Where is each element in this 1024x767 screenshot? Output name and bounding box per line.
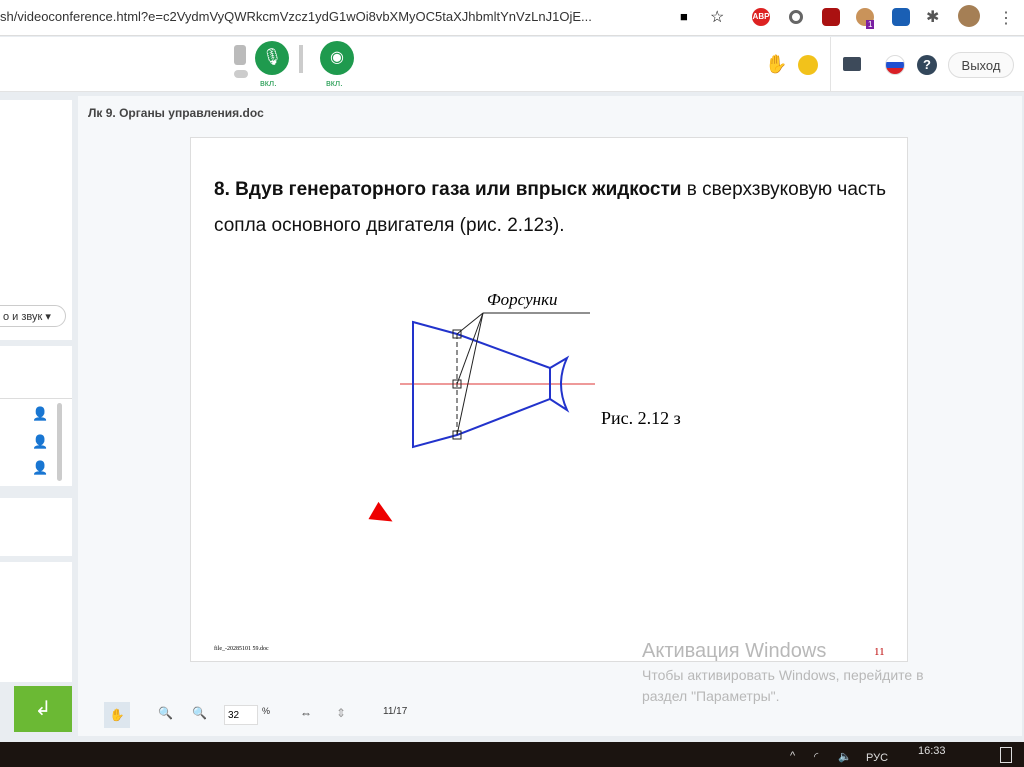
- hand-tool-icon[interactable]: ✋: [104, 702, 130, 728]
- language-flag-icon[interactable]: [885, 55, 905, 75]
- camera-button[interactable]: ◉: [320, 41, 354, 75]
- audio-settings-dropdown[interactable]: о и звук ▾: [0, 305, 66, 327]
- browser-toolbar: sh/videoconference.html?e=c2VydmVyQWRkcm…: [0, 0, 1024, 36]
- avatar[interactable]: [958, 5, 980, 27]
- fit-width-icon[interactable]: ⇔: [300, 706, 312, 720]
- page-number: 11: [874, 646, 885, 658]
- zoom-input[interactable]: [224, 705, 258, 725]
- figure-caption: Рис. 2.12 з: [601, 408, 681, 428]
- footer-filename: file_-20285101 59.doc: [214, 646, 269, 652]
- address-bar[interactable]: sh/videoconference.html?e=c2VydmVyQWRkcm…: [0, 9, 670, 24]
- user-icon[interactable]: 👤: [32, 406, 48, 422]
- notifications-icon[interactable]: [1000, 747, 1012, 763]
- scrollbar[interactable]: [57, 403, 62, 481]
- toggle-switch[interactable]: [234, 70, 248, 78]
- zoom-in-icon[interactable]: 🔍: [158, 706, 173, 720]
- page-indicator: 11/17: [383, 706, 408, 717]
- exit-button[interactable]: Выход: [948, 52, 1014, 78]
- fit-page-icon[interactable]: ⇕: [336, 706, 346, 720]
- user-icon[interactable]: 👤: [32, 460, 48, 476]
- mic-status: вкл.: [260, 78, 277, 88]
- user-icon[interactable]: 👤: [32, 434, 48, 450]
- camera-status: вкл.: [326, 78, 343, 88]
- adblock-icon[interactable]: ABP: [752, 8, 770, 26]
- wifi-icon[interactable]: ◜: [814, 750, 818, 763]
- help-icon[interactable]: ?: [917, 55, 937, 75]
- language-indicator[interactable]: РУС: [866, 752, 888, 764]
- document-title: Лк 9. Органы управления.doc: [88, 106, 264, 120]
- puzzle-icon[interactable]: ✱: [926, 7, 939, 27]
- extension-circle-icon[interactable]: [789, 10, 803, 24]
- raise-hand-icon[interactable]: ✋: [765, 54, 787, 75]
- app-header: 🎙 вкл. ◉ вкл. ✋ ? Выход: [0, 37, 1024, 92]
- volume-icon[interactable]: 🔈: [838, 750, 852, 763]
- zoom-unit: %: [262, 706, 271, 716]
- page-heading: 8. Вдув генераторного газа или впрыск жи…: [214, 172, 886, 244]
- sidebar-panel: [0, 100, 72, 340]
- chat-panel: [0, 562, 72, 682]
- tray-arrow-icon[interactable]: ^: [790, 750, 795, 762]
- participants-panel: 👤 👤 👤: [0, 346, 72, 486]
- emoji-icon[interactable]: [798, 55, 818, 75]
- send-button[interactable]: ↲: [14, 686, 72, 732]
- extension-badge: 1: [866, 20, 875, 29]
- dropdown-label: о и звук: [3, 311, 43, 323]
- activation-title: Активация Windows: [642, 640, 827, 662]
- bookmark-star-icon[interactable]: ☆: [710, 7, 724, 27]
- taskbar: ^ ◜ 🔈 РУС 16:33: [0, 742, 1024, 767]
- nozzle-figure: [400, 312, 595, 449]
- clock[interactable]: 16:33: [918, 745, 946, 757]
- viewer-toolbar: ✋ 🔍 🔍 % ⇔ ⇕ 11/17: [100, 700, 500, 732]
- webcam-icon: ◉: [330, 49, 344, 66]
- volume-slider[interactable]: [299, 45, 303, 73]
- menu-icon[interactable]: ⋮: [998, 8, 1014, 28]
- phone-icon[interactable]: [234, 45, 246, 65]
- microphone-button[interactable]: 🎙: [255, 41, 289, 75]
- camera-icon[interactable]: ■: [680, 9, 688, 24]
- left-sidebar: о и звук ▾ 👤 👤 👤 ↲: [0, 96, 72, 736]
- microphone-icon: 🎙: [261, 49, 283, 66]
- sidebar-panel: [0, 498, 72, 556]
- pdf-extension-icon[interactable]: [822, 8, 840, 26]
- heading-bold: 8. Вдув генераторного газа или впрыск жи…: [214, 179, 682, 200]
- figure-label: Форсунки: [487, 290, 558, 309]
- translate-extension-icon[interactable]: [892, 8, 910, 26]
- zoom-out-icon[interactable]: 🔍: [192, 706, 207, 720]
- activation-line2: раздел "Параметры".: [642, 688, 780, 704]
- folder-icon[interactable]: [843, 57, 861, 71]
- activation-line1: Чтобы активировать Windows, перейдите в: [642, 667, 924, 683]
